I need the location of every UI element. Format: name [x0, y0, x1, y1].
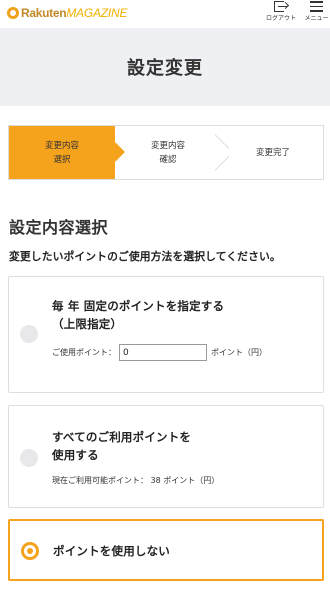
option-use-all-points[interactable]: すべてのご利用ポイントを 使用する 現在ご利用可能ポイント： 38 ポイント（円… [8, 405, 324, 508]
logo-magazine-text: MAGAZINE [66, 6, 128, 20]
radio-fixed-points[interactable] [20, 325, 38, 343]
logout-button[interactable]: ログアウト [265, 1, 297, 27]
logout-label: ログアウト [265, 15, 296, 22]
step-label-line2: 確認 [159, 154, 177, 165]
step-label-line2: 選択 [53, 154, 71, 165]
menu-label: メニュー [304, 15, 329, 22]
option-title-line2: 使用する [52, 448, 99, 462]
points-input[interactable] [119, 344, 207, 361]
option-no-points[interactable]: ポイントを使用しない [8, 519, 324, 581]
option-fixed-points[interactable]: 毎 年 固定のポイントを指定する （上限指定） ご使用ポイント： ポイント（円） [8, 276, 324, 393]
logout-icon [274, 1, 288, 12]
radio-no-points[interactable] [21, 542, 39, 560]
step-select-changes: 変更内容 選択 [9, 126, 125, 179]
points-unit: ポイント（円） [211, 348, 267, 357]
option-title-line2: （上限指定） [52, 317, 123, 331]
title-band: 設定変更 [0, 28, 330, 106]
option-title: すべてのご利用ポイントを 使用する [52, 428, 191, 464]
step-confirm-changes: 変更内容 確認 [115, 126, 221, 179]
option-title: 毎 年 固定のポイントを指定する （上限指定） [52, 297, 224, 333]
menu-button[interactable]: メニュー [303, 1, 330, 27]
available-points-text: 現在ご利用可能ポイント： 38 ポイント（円） [52, 476, 220, 485]
radio-use-all-points[interactable] [20, 449, 38, 467]
option-title-line1: 毎 年 固定のポイントを指定する [52, 299, 225, 313]
step-label-line1: 変更内容 [44, 140, 79, 151]
option-title: ポイントを使用しない [53, 544, 170, 558]
instruction-text: 変更したいポイントのご使用方法を選択してください。 [9, 250, 281, 263]
section-title: 設定内容選択 [9, 218, 109, 237]
step-change-complete: 変更完了 [221, 126, 325, 179]
option-title-line1: すべてのご利用ポイントを [52, 430, 192, 444]
rakuten-logo-icon [7, 7, 19, 19]
app-header: Rakuten MAGAZINE ログアウト メニュー [0, 0, 330, 28]
rakuten-magazine-logo[interactable]: Rakuten MAGAZINE [7, 5, 128, 21]
points-label: ご使用ポイント： [52, 348, 116, 357]
step-label-line1: 変更内容 [150, 140, 185, 151]
logo-brand-text: Rakuten [21, 6, 67, 20]
hamburger-menu-icon [310, 1, 323, 12]
progress-stepper: 変更内容選択 変更内容確認 変更完了 [8, 125, 324, 180]
points-input-row: ご使用ポイント： ポイント（円） [52, 344, 267, 361]
step-label-line1: 変更完了 [255, 147, 290, 158]
page-title: 設定変更 [127, 58, 203, 79]
